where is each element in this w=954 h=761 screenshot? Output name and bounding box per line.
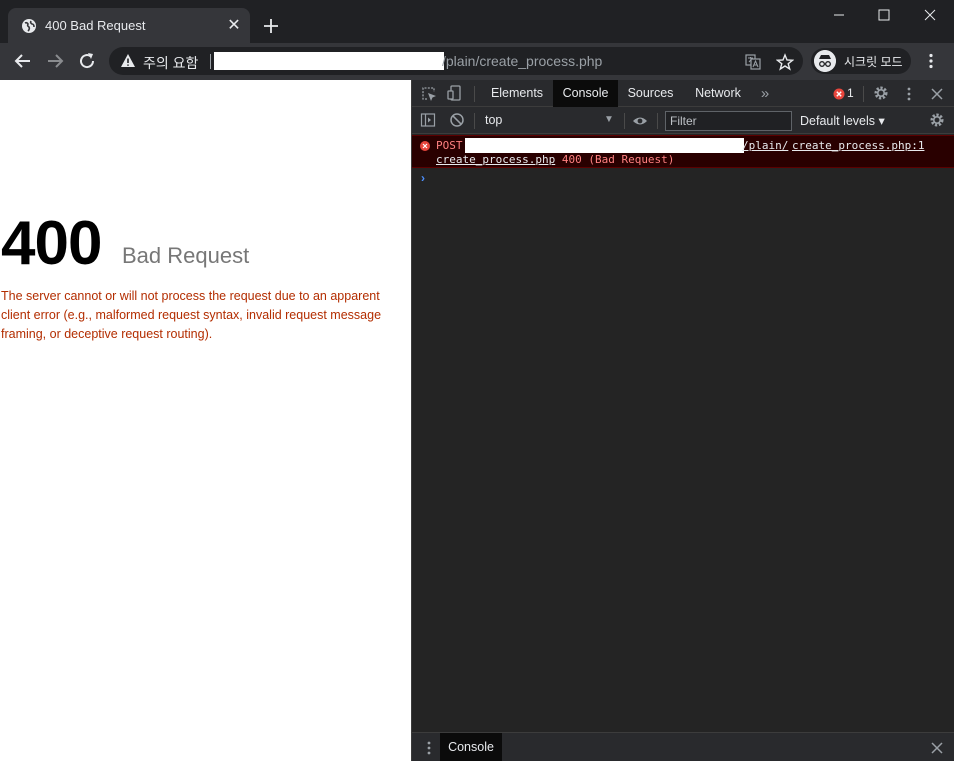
toolbar-divider [657,113,658,129]
error-code: 400 [1,209,102,278]
forward-arrow-icon[interactable] [43,49,67,73]
window-close-icon[interactable] [907,0,953,30]
request-method: POST [436,139,463,152]
back-arrow-icon[interactable] [11,49,35,73]
more-vert-icon[interactable] [922,52,940,70]
error-count[interactable]: 1 [847,86,854,100]
settings-gear-icon[interactable] [873,85,889,101]
error-badge-icon[interactable] [832,87,846,101]
tab-network[interactable]: Network [685,80,751,107]
warning-icon[interactable] [120,53,136,69]
translate-icon[interactable] [745,54,761,70]
sidebar-toggle-icon[interactable] [420,112,436,128]
security-warning-label[interactable]: 주의 요함 [143,53,198,73]
browser-toolbar: 주의 요함 /plain/create_process.php 시크릿 모드 [0,43,954,80]
devtools-panel: Elements Console Sources Network » 1 top… [411,80,954,761]
redacted-url-host [214,52,444,70]
omnibox-divider [210,54,211,69]
console-toolbar: top ▼ Default levels ▾ [412,107,954,134]
maximize-icon[interactable] [861,0,907,30]
toolbar-divider [474,86,475,102]
console-settings-gear-icon[interactable] [929,112,945,128]
context-selector[interactable]: top [485,113,615,129]
browser-window: 400 Bad Request ✕ 주의 요함 /plain/create_pr… [0,0,954,761]
url-text[interactable]: /plain/create_process.php [442,53,602,69]
devtools-tab-bar: Elements Console Sources Network » 1 [412,80,954,107]
devtools-menu-icon[interactable] [901,86,917,102]
minimize-icon[interactable] [816,0,862,30]
tab-title: 400 Bad Request [45,18,146,33]
incognito-label: 시크릿 모드 [844,55,903,69]
reload-icon[interactable] [75,49,99,73]
drawer-close-icon[interactable] [929,740,945,756]
globe-icon [22,19,36,33]
console-filter[interactable] [665,111,792,131]
request-url-link[interactable]: /plain/ [742,139,788,152]
error-detail-line: create_process.php 400 (Bad Request) [436,153,674,166]
address-bar[interactable]: 주의 요함 /plain/create_process.php [109,47,803,75]
filter-input[interactable] [666,112,791,130]
source-location-link[interactable]: create_process.php:1 [792,139,924,152]
incognito-icon [814,50,836,72]
more-tabs-button[interactable]: » [754,80,776,107]
toolbar-divider [624,113,625,129]
device-toolbar-icon[interactable] [447,85,463,101]
log-levels-dropdown[interactable]: Default levels ▾ [800,113,885,128]
drawer-tab-console[interactable]: Console [440,733,502,761]
response-status: 400 (Bad Request) [561,153,675,166]
tab-sources[interactable]: Sources [619,80,682,107]
drawer-menu-icon[interactable] [421,740,437,756]
tab-console[interactable]: Console [553,80,618,107]
clear-console-icon[interactable] [449,112,465,128]
redacted-request-host [465,138,744,153]
request-file-link[interactable]: create_process.php [436,153,555,166]
page-viewport: 400 Bad Request The server cannot or wil… [0,80,411,761]
eye-icon[interactable] [632,113,648,129]
incognito-button[interactable]: 시크릿 모드 [811,48,911,74]
tab-close-icon[interactable]: ✕ [226,18,242,34]
inspect-element-icon[interactable] [421,86,437,102]
console-error-message: POST /plain/ create_process.php:1 create… [412,135,954,168]
chevron-down-icon[interactable]: ▼ [604,114,614,125]
devtools-drawer: Console [412,732,954,761]
tab-elements[interactable]: Elements [482,80,552,107]
error-description: The server cannot or will not process th… [1,289,382,341]
error-name: Bad Request [122,243,250,268]
error-icon [420,141,430,151]
toolbar-divider [863,86,864,102]
tab-strip: 400 Bad Request ✕ [0,0,954,43]
new-tab-icon[interactable] [259,14,283,38]
console-prompt-chevron-icon[interactable]: › [421,171,425,185]
toolbar-divider [474,113,475,129]
browser-tab[interactable]: 400 Bad Request ✕ [8,8,250,43]
bookmark-star-icon[interactable] [776,53,794,71]
devtools-close-icon[interactable] [929,86,945,102]
